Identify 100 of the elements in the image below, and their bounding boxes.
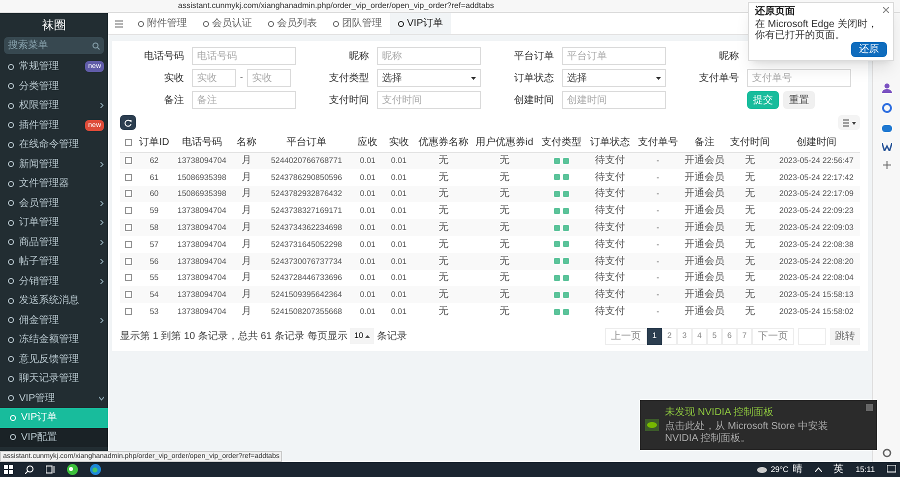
- tab[interactable]: VIP订单: [390, 13, 452, 34]
- table-cell: 0.01: [383, 219, 414, 236]
- w-shape-icon: [882, 143, 892, 151]
- reset-button[interactable]: 重置: [783, 91, 815, 109]
- table-cell: 月: [232, 252, 261, 270]
- page-size-select[interactable]: 10: [350, 328, 374, 344]
- page-button[interactable]: 5: [707, 328, 722, 345]
- previous-page-button[interactable]: 上一页: [605, 328, 647, 345]
- input-method-indicator[interactable]: 英: [834, 462, 844, 477]
- sidebar-item[interactable]: VIP管理: [0, 388, 108, 408]
- table-cell: 13738094704: [172, 152, 232, 169]
- sidebar-item[interactable]: 冻结金额管理: [0, 330, 108, 350]
- select-dropdown[interactable]: 选择: [562, 69, 666, 87]
- table-cell: 53: [136, 303, 172, 320]
- field-label: 创建时间: [513, 94, 554, 108]
- columns-button[interactable]: [838, 115, 860, 130]
- restore-button[interactable]: 还原: [851, 42, 887, 57]
- tab[interactable]: 会员列表: [260, 13, 325, 34]
- row-checkbox[interactable]: [124, 190, 132, 198]
- sidebar-item[interactable]: 聊天记录管理: [0, 369, 108, 388]
- select-all-checkbox[interactable]: [124, 139, 132, 146]
- sidebar-item[interactable]: 佣金管理: [0, 310, 108, 330]
- row-checkbox[interactable]: [124, 240, 132, 248]
- table-cell: 月: [232, 286, 261, 304]
- notification-toast[interactable]: 未发现 NVIDIA 控制面板 点击此处，从 Microsoft Store 中安装 NVIDIA 控制面板。: [640, 400, 877, 450]
- table-cell: 2023-05-24 22:08:38: [772, 236, 860, 253]
- table-cell: 5241509395642364: [260, 286, 352, 304]
- jump-button[interactable]: 跳转: [830, 328, 860, 345]
- table-cell: 13738094704: [172, 202, 232, 220]
- table-cell: 开通会员: [682, 168, 728, 186]
- table-cell: 0.01: [383, 202, 414, 220]
- sidebar-item[interactable]: 权限管理: [0, 96, 108, 116]
- table-cell: 无: [727, 270, 773, 286]
- row-checkbox[interactable]: [124, 174, 132, 181]
- close-icon[interactable]: [883, 7, 889, 13]
- table-cell: 开通会员: [682, 152, 728, 169]
- chat-bubble-icon: [67, 464, 78, 475]
- table-cell: 13738094704: [172, 252, 232, 270]
- row-checkbox[interactable]: [124, 274, 132, 282]
- table-cell: 59: [136, 202, 172, 220]
- page-button[interactable]: 2: [662, 328, 677, 345]
- sidebar-item[interactable]: 分类管理: [0, 76, 108, 96]
- sidebar-item[interactable]: 分销管理: [0, 272, 108, 291]
- select-dropdown[interactable]: 选择: [377, 69, 481, 87]
- sidebar-item[interactable]: 新闻管理: [0, 154, 108, 174]
- table-cell: 无: [414, 152, 472, 169]
- table-cell: 无: [727, 286, 773, 304]
- table-cell: 无: [414, 270, 472, 286]
- tab[interactable]: 团队管理: [325, 13, 390, 34]
- sidebar-item[interactable]: VIP配置: [0, 428, 108, 447]
- page-button[interactable]: 1: [647, 328, 662, 345]
- sidebar-item[interactable]: 商品管理: [0, 232, 108, 252]
- sidebar-item[interactable]: 发送系统消息: [0, 291, 108, 310]
- row-checkbox[interactable]: [124, 224, 132, 232]
- row-checkbox[interactable]: [124, 207, 132, 214]
- table-cell: 月: [232, 152, 261, 169]
- row-checkbox[interactable]: [124, 157, 132, 164]
- row-checkbox[interactable]: [124, 291, 132, 298]
- column-header: 订单状态: [586, 134, 634, 152]
- sidebar-item[interactable]: 文件管理器: [0, 174, 108, 194]
- field-label: 支付单号: [698, 72, 739, 86]
- sidebar-item[interactable]: 帖子管理: [0, 252, 108, 272]
- table-cell: 55: [136, 270, 172, 286]
- refresh-button[interactable]: [120, 115, 136, 130]
- table-cell: 无: [472, 168, 537, 186]
- tab[interactable]: 附件管理: [130, 13, 195, 34]
- sidebar-item[interactable]: 会员管理: [0, 194, 108, 213]
- table-cell: 无: [472, 202, 537, 220]
- clock[interactable]: 15:11: [856, 464, 875, 476]
- page-button[interactable]: 6: [722, 328, 737, 345]
- popup-message: 在 Microsoft Edge 关闭时，你有已打开的页面。: [755, 19, 878, 41]
- table-cell: 开通会员: [682, 252, 728, 270]
- field-label: 昵称: [348, 50, 369, 64]
- row-checkbox[interactable]: [124, 258, 132, 265]
- page-button[interactable]: 4: [692, 328, 707, 345]
- table-cell: 62: [136, 152, 172, 169]
- table-cell: 无: [727, 168, 773, 186]
- table-cell: 待支付: [586, 286, 634, 304]
- table-cell: 2023-05-24 22:08:20: [772, 252, 860, 270]
- sidebar-item[interactable]: 意见反馈管理: [0, 350, 108, 369]
- next-page-button[interactable]: 下一页: [752, 328, 794, 345]
- table-cell: 开通会员: [682, 186, 728, 202]
- page-button[interactable]: 7: [737, 328, 752, 345]
- table-cell: 开通会员: [682, 286, 728, 304]
- table-cell: 无: [472, 152, 537, 169]
- search-field[interactable]: 搜索菜单: [4, 37, 104, 54]
- refresh-icon: [124, 118, 132, 126]
- column-header: 优惠券名称: [414, 134, 472, 152]
- table-cell: 无: [727, 252, 773, 270]
- row-checkbox[interactable]: [124, 308, 132, 316]
- sidebar-item[interactable]: 订单管理: [0, 213, 108, 232]
- pagination-info: 条记录: [377, 330, 408, 344]
- sidebar-item[interactable]: 在线命令管理: [0, 135, 108, 154]
- tab[interactable]: 会员认证: [195, 13, 260, 34]
- table-cell: 5243782932876432: [260, 186, 352, 202]
- table-cell: 开通会员: [682, 219, 728, 236]
- table-cell: 无: [727, 186, 773, 202]
- page-button[interactable]: 3: [677, 328, 692, 345]
- table-cell: -: [634, 202, 682, 220]
- table-cell: 无: [414, 252, 472, 270]
